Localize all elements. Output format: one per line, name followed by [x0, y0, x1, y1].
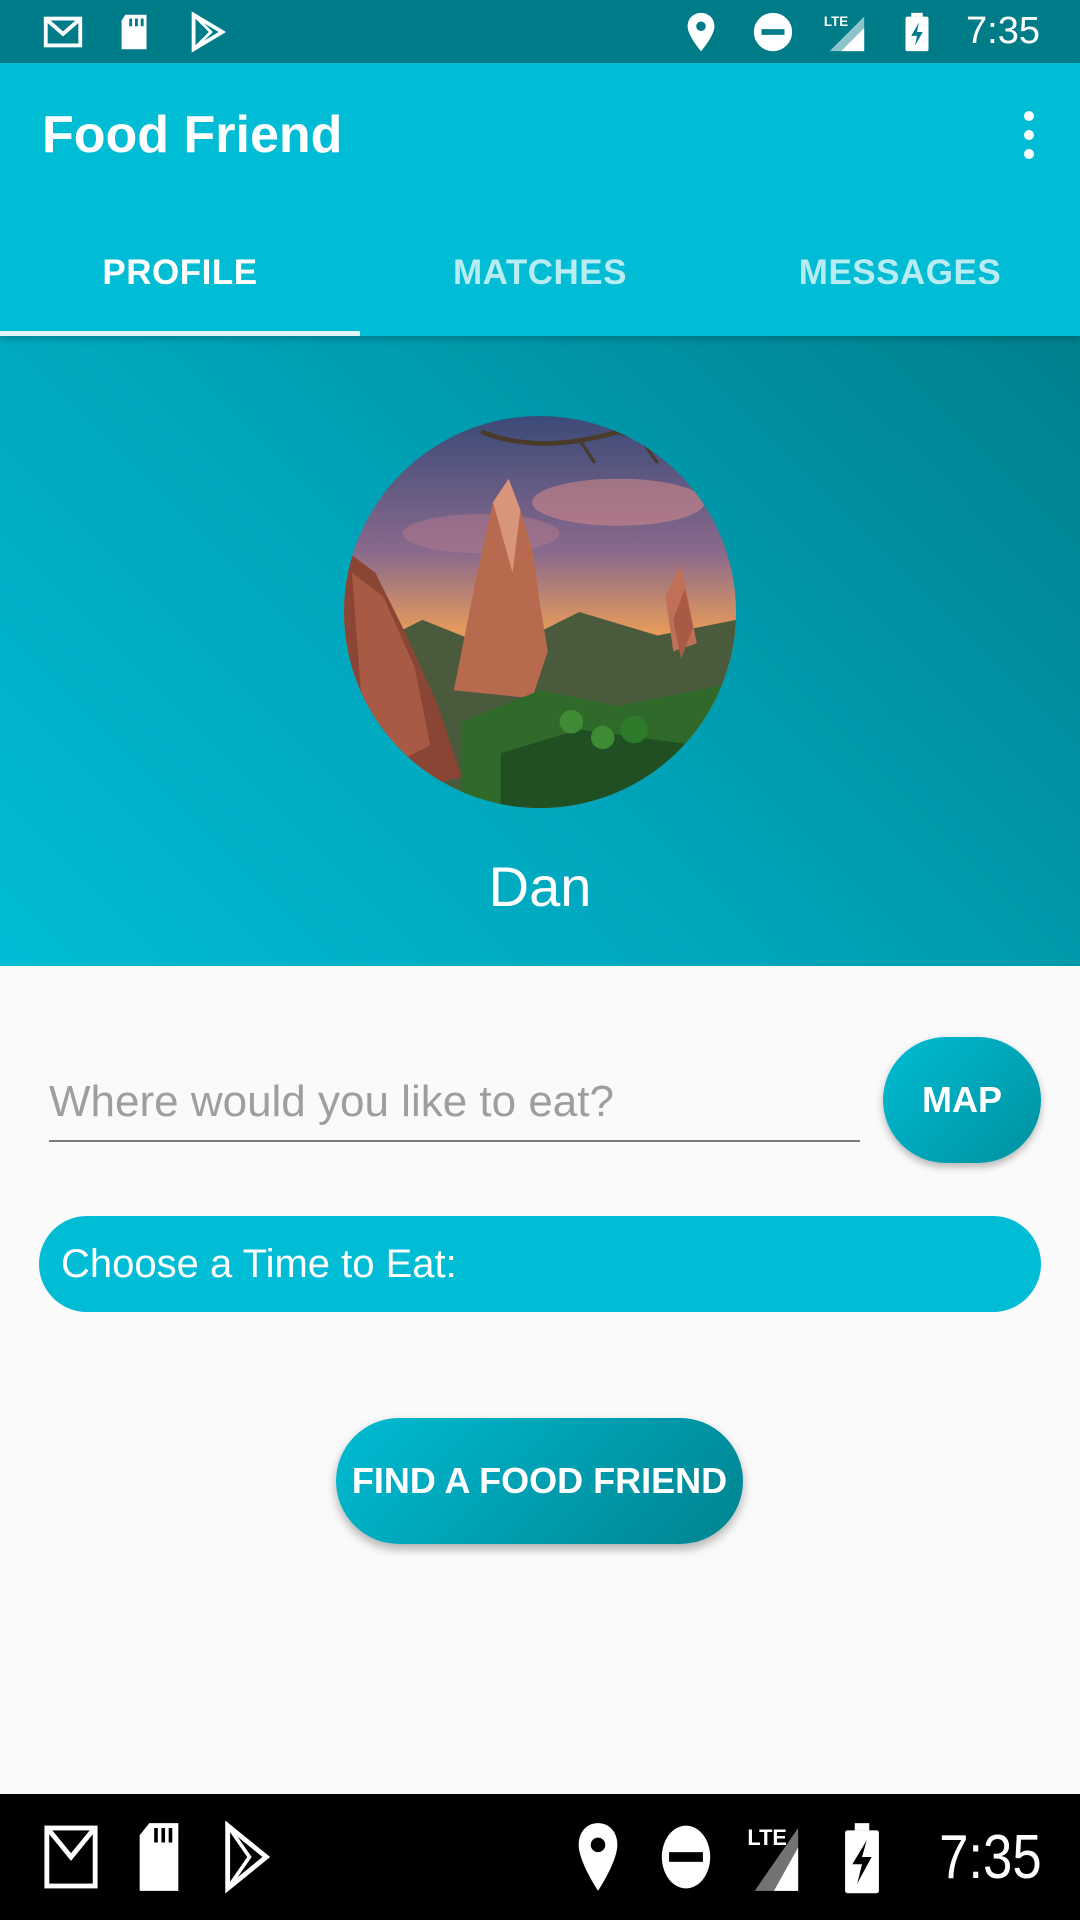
- status-bar-right: LTE 7:35: [678, 9, 1040, 55]
- gmail-icon: [40, 9, 86, 55]
- map-button[interactable]: MAP: [883, 1037, 1041, 1163]
- bottom-bar-left: [42, 1817, 276, 1897]
- profile-name: Dan: [488, 855, 592, 918]
- tab-messages[interactable]: MESSAGES: [720, 210, 1080, 336]
- do-not-disturb-icon: [750, 9, 796, 55]
- status-bar: LTE 7:35: [0, 0, 1080, 63]
- app-bar: Food Friend PROFILE MATCHES MESSAGES: [0, 63, 1080, 336]
- status-bar-left: [40, 9, 230, 55]
- bottom-bar-time: 7:35: [939, 1822, 1042, 1892]
- bottom-bar-right: LTE 7:35: [569, 1817, 1042, 1897]
- status-bar-time: 7:35: [966, 10, 1040, 52]
- do-not-disturb-icon: [657, 1817, 715, 1897]
- gmail-icon: [42, 1817, 100, 1897]
- app-title: Food Friend: [42, 106, 343, 164]
- battery-charging-icon: [894, 9, 940, 55]
- avatar[interactable]: [344, 416, 736, 808]
- overflow-dot: [1024, 111, 1034, 121]
- sd-card-icon: [130, 1817, 188, 1897]
- location-icon: [569, 1817, 627, 1897]
- svg-text:LTE: LTE: [824, 14, 848, 29]
- overflow-dot: [1024, 149, 1034, 159]
- location-input[interactable]: [49, 1064, 860, 1142]
- profile-header: Dan: [0, 336, 1080, 966]
- svg-text:LTE: LTE: [748, 1825, 787, 1850]
- location-icon: [678, 9, 724, 55]
- lte-signal-icon: LTE: [822, 9, 868, 55]
- sd-card-icon: [112, 9, 158, 55]
- bottom-status-bar: LTE 7:35: [0, 1794, 1080, 1920]
- choose-time-button[interactable]: Choose a Time to Eat:: [39, 1216, 1041, 1312]
- tab-bar: PROFILE MATCHES MESSAGES: [0, 210, 1080, 336]
- play-store-icon: [218, 1817, 276, 1897]
- find-food-friend-button[interactable]: FIND A FOOD FRIEND: [336, 1418, 743, 1544]
- lte-signal-icon: LTE: [745, 1817, 803, 1897]
- tab-matches[interactable]: MATCHES: [360, 210, 720, 336]
- landscape-photo: [344, 416, 736, 808]
- overflow-dot: [1024, 130, 1034, 140]
- play-store-icon: [184, 9, 230, 55]
- more-vert-icon[interactable]: [1004, 105, 1054, 165]
- battery-charging-icon: [833, 1817, 891, 1897]
- tab-profile[interactable]: PROFILE: [0, 210, 360, 336]
